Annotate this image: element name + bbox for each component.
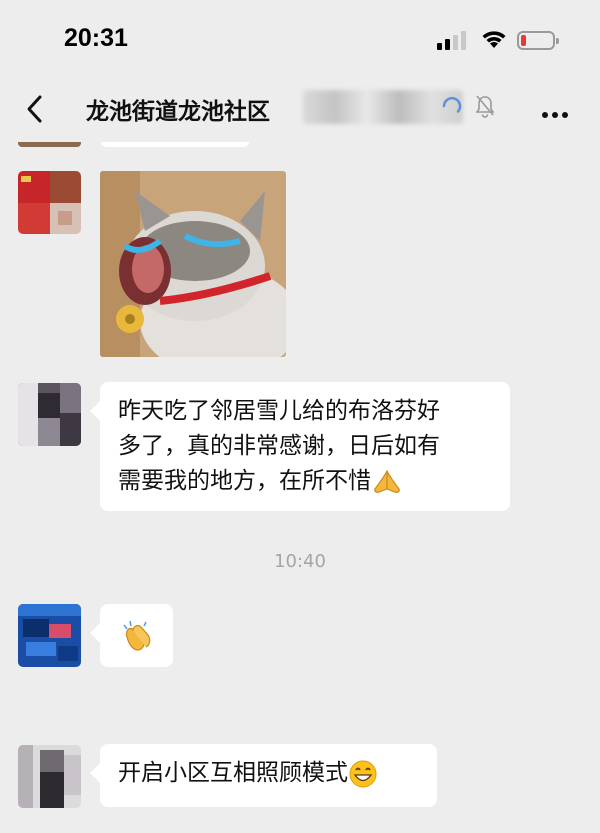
more-options-icon[interactable] (542, 103, 572, 122)
grin-emoji-icon (349, 760, 377, 787)
message-bubble[interactable]: 开启小区互相照顾模式 (100, 744, 437, 807)
back-arrow-icon[interactable] (20, 92, 50, 126)
mute-bell-icon (475, 95, 495, 118)
previous-avatar-partial (18, 142, 81, 147)
battery-icon (517, 31, 559, 50)
previous-bubble-partial (101, 142, 249, 147)
message-text-line: 需要我的地方，在所不惜 (118, 468, 371, 494)
message-text-line: 多了，真的非常感谢，日后如有 (118, 433, 440, 459)
message-bubble[interactable]: 昨天吃了邻居雪儿给的布洛芬好 多了，真的非常感谢，日后如有 需要我的地方，在所不… (100, 382, 510, 511)
redacted-title-blur (303, 90, 463, 124)
wifi-icon (482, 31, 506, 48)
chat-header: 龙池街道龙池社区 (0, 78, 600, 142)
chat-title: 龙池街道龙池社区 (86, 99, 270, 125)
avatar[interactable] (18, 745, 81, 808)
message-text-line: 昨天吃了邻居雪儿给的布洛芬好 (118, 398, 440, 424)
avatar[interactable] (18, 383, 81, 446)
status-time: 20:31 (64, 24, 128, 52)
loading-spinner-icon (442, 97, 462, 113)
cellular-signal-icon (437, 30, 469, 50)
pray-emoji-icon (374, 469, 400, 493)
avatar[interactable] (18, 171, 81, 234)
chat-timestamp: 10:40 (274, 551, 326, 572)
cat-sticker-image[interactable] (100, 171, 286, 357)
avatar[interactable] (18, 604, 81, 667)
clapping-hands-emoji-icon (123, 620, 151, 651)
status-bar: 20:31 (0, 0, 600, 78)
message-bubble[interactable] (100, 604, 173, 667)
message-text-line: 开启小区互相照顾模式 (118, 760, 348, 786)
